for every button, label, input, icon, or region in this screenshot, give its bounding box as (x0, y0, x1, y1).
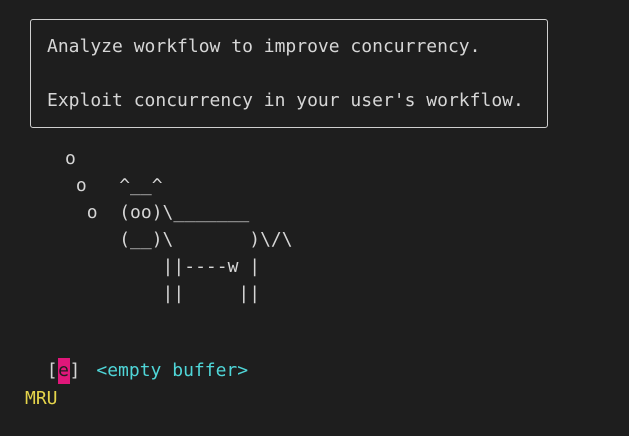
cowsay-ascii-art: o o ^__^ o (oo)\_______ (__)\ )\/\ ||---… (65, 148, 293, 304)
fortune-line-1: Analyze workflow to improve concurrency. (47, 36, 481, 57)
empty-buffer-label[interactable]: <empty buffer> (96, 360, 248, 381)
mru-section-header: MRU (25, 388, 58, 409)
fortune-line-2: Exploit concurrency in your user's workf… (47, 90, 524, 111)
key-bracket-open: [ (46, 360, 58, 381)
shortcut-key-e[interactable]: e (57, 358, 70, 384)
empty-buffer-entry[interactable]: [e] <empty buffer> (25, 332, 248, 384)
key-bracket-close: ] (69, 360, 81, 381)
